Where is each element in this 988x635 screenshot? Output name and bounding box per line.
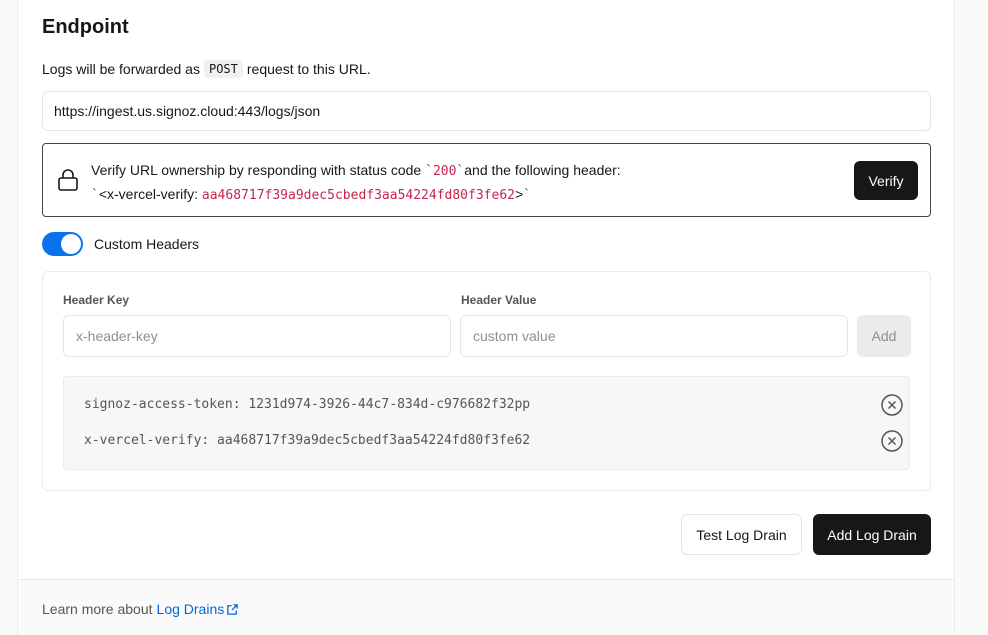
header-value-input[interactable] bbox=[460, 315, 848, 357]
card-footer: Learn more about Log Drains bbox=[18, 579, 954, 635]
log-drain-card: Endpoint Logs will be forwarded as POST … bbox=[17, 0, 955, 635]
verify-text-before: Verify URL ownership by responding with … bbox=[91, 162, 422, 178]
footer-text: Learn more about Log Drains bbox=[42, 601, 239, 617]
header-entry: x-vercel-verify: aa468717f39a9dec5cbedf3… bbox=[84, 433, 531, 448]
desc-before: Logs will be forwarded as bbox=[42, 61, 200, 77]
add-log-drain-button[interactable]: Add Log Drain bbox=[813, 514, 931, 555]
list-item: x-vercel-verify: aa468717f39a9dec5cbedf3… bbox=[84, 429, 904, 453]
remove-circle-icon[interactable] bbox=[880, 393, 904, 417]
custom-headers-label: Custom Headers bbox=[94, 236, 200, 252]
custom-headers-toggle[interactable] bbox=[42, 232, 83, 256]
verify-instructions: Verify URL ownership by responding with … bbox=[91, 159, 621, 207]
custom-headers-panel: Header Key Header Value Add signoz-acces… bbox=[42, 271, 931, 491]
verify-line-2: `<x-vercel-verify: aa468717f39a9dec5cbed… bbox=[91, 183, 621, 207]
log-drains-link[interactable]: Log Drains bbox=[157, 601, 225, 617]
header-key-input[interactable] bbox=[63, 315, 451, 357]
endpoint-url-input[interactable] bbox=[42, 91, 931, 131]
list-item: signoz-access-token: 1231d974-3926-44c7-… bbox=[84, 393, 904, 417]
tick-open-2: ` bbox=[91, 188, 99, 203]
verify-ownership-box: Verify URL ownership by responding with … bbox=[42, 143, 931, 217]
test-log-drain-button[interactable]: Test Log Drain bbox=[681, 514, 802, 555]
footer-prefix: Learn more about bbox=[42, 601, 153, 617]
endpoint-title: Endpoint bbox=[42, 16, 129, 38]
add-header-button[interactable]: Add bbox=[857, 315, 911, 357]
desc-after: request to this URL. bbox=[246, 61, 371, 77]
tick-open: ` bbox=[425, 164, 433, 179]
status-code: 200 bbox=[432, 164, 457, 179]
verify-button[interactable]: Verify bbox=[854, 161, 918, 200]
verify-header-prefix: <x-vercel-verify: bbox=[98, 186, 199, 202]
toggle-knob bbox=[61, 234, 81, 254]
verify-line-1: Verify URL ownership by responding with … bbox=[91, 159, 621, 183]
verify-header-value: aa468717f39a9dec5cbedf3aa54224fd80f3fe62 bbox=[201, 188, 515, 203]
remove-circle-icon[interactable] bbox=[880, 429, 904, 453]
verify-header-suffix: > bbox=[514, 186, 524, 202]
header-key-label: Header Key bbox=[63, 293, 130, 307]
tick-close-2: ` bbox=[523, 188, 531, 203]
header-value-label: Header Value bbox=[461, 293, 537, 307]
header-entry: signoz-access-token: 1231d974-3926-44c7-… bbox=[84, 397, 531, 412]
method-badge: POST bbox=[203, 60, 243, 78]
endpoint-description: Logs will be forwarded as POST request t… bbox=[42, 60, 371, 78]
verify-text-after: and the following header: bbox=[464, 162, 621, 178]
external-link-icon bbox=[227, 603, 239, 615]
header-list: signoz-access-token: 1231d974-3926-44c7-… bbox=[63, 376, 910, 470]
lock-icon bbox=[58, 169, 78, 191]
